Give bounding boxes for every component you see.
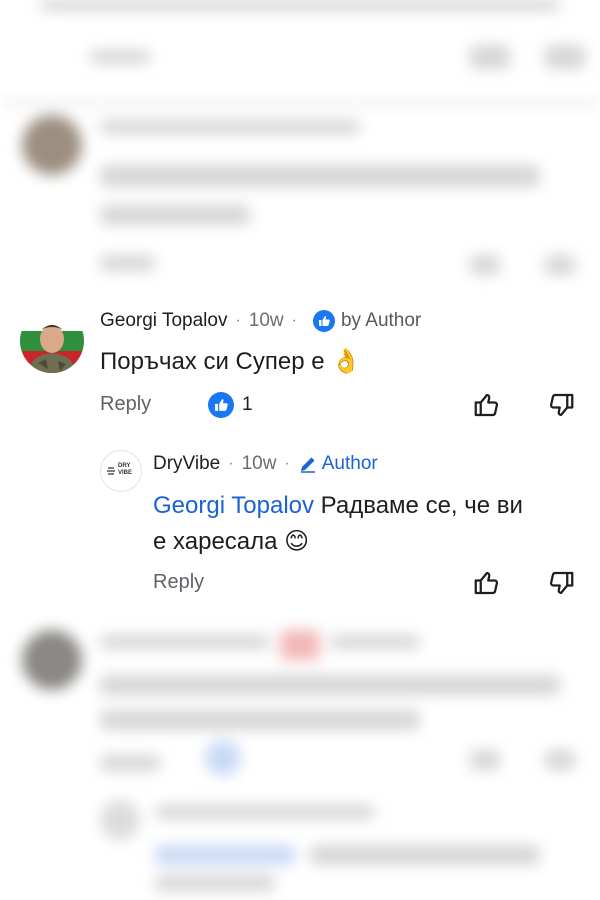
like-badge-icon: [312, 310, 335, 332]
reply-text-line1: Радваме се, че ви: [314, 492, 523, 519]
thumbs-up-icon[interactable]: [472, 390, 502, 420]
comment-item: Georgi Topalov · 10w · by Author Поръчах…: [0, 300, 600, 630]
blurred-next-comment: [0, 620, 600, 900]
reply-text-line2: е харесала 😊: [153, 528, 310, 555]
meta-separator: ·: [291, 312, 297, 329]
liked-by-author-badge: by Author: [312, 310, 422, 332]
reaction-summary[interactable]: 1: [208, 392, 253, 418]
meta-separator: ·: [235, 312, 241, 329]
author-badge-label: Author: [321, 453, 378, 474]
reaction-count: 1: [242, 394, 253, 415]
comment-text: Поръчах си Супер е 👌: [100, 348, 362, 375]
reply-timestamp: 10w: [241, 453, 277, 474]
author-badge: Author: [298, 453, 378, 475]
blurred-previous-comment: [0, 0, 600, 292]
liked-by-author-label: by Author: [340, 310, 422, 331]
brand-logo-text: DRY VIBE: [118, 463, 133, 476]
reply-button[interactable]: Reply: [100, 393, 151, 416]
reply-button[interactable]: Reply: [153, 571, 204, 594]
reply-text: Georgi Topalov Радваме се, че ви е харес…: [153, 488, 583, 560]
reply-author-name[interactable]: DryVibe: [153, 453, 220, 475]
thumbs-up-icon[interactable]: [472, 568, 502, 598]
comment-author-name[interactable]: Georgi Topalov: [100, 310, 227, 332]
mention-link[interactable]: Georgi Topalov: [153, 492, 314, 519]
like-reaction-icon: [208, 392, 234, 418]
thumbs-down-icon[interactable]: [546, 390, 576, 420]
thumbs-down-icon[interactable]: [546, 568, 576, 598]
avatar[interactable]: [20, 309, 84, 373]
reply-avatar[interactable]: DRY VIBE: [100, 450, 142, 492]
pencil-icon: [300, 457, 315, 473]
meta-separator: ·: [228, 455, 234, 472]
meta-separator: ·: [284, 455, 290, 472]
comment-timestamp: 10w: [248, 310, 284, 331]
